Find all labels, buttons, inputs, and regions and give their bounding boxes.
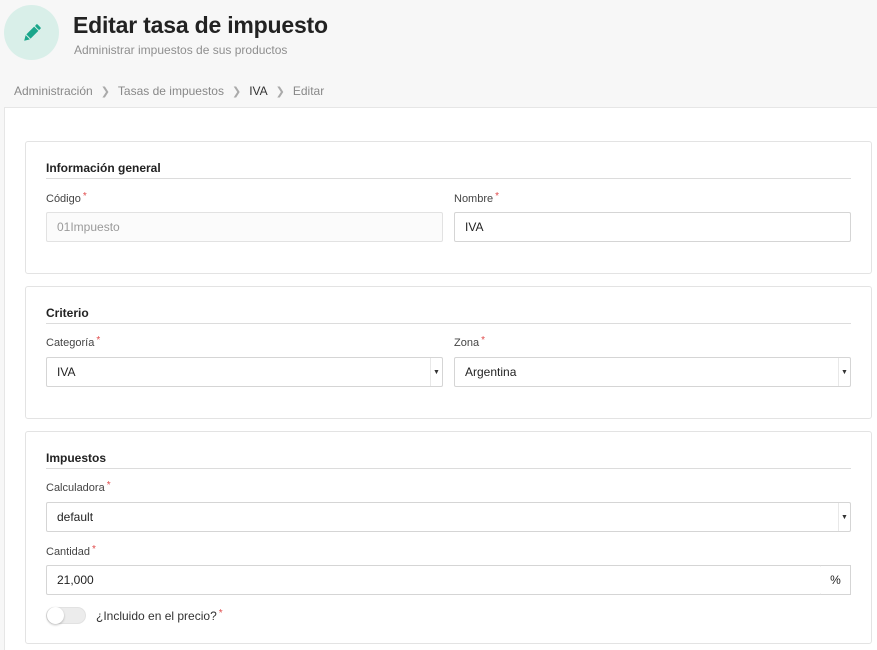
divider bbox=[46, 323, 851, 324]
breadcrumb: Administración ❯ Tasas de impuestos ❯ IV… bbox=[14, 84, 324, 98]
name-input[interactable]: IVA bbox=[454, 212, 851, 242]
general-info-card: Información general Código * 01Impuesto N… bbox=[25, 141, 872, 274]
main-content: Información general Código * 01Impuesto N… bbox=[4, 107, 877, 650]
amount-label-text: Cantidad bbox=[46, 546, 91, 558]
code-label-text: Código bbox=[46, 193, 81, 205]
divider bbox=[46, 178, 851, 179]
chevron-right-icon: ❯ bbox=[231, 85, 242, 98]
divider bbox=[46, 468, 851, 469]
pencil-icon bbox=[23, 23, 41, 41]
amount-value: 21,000 bbox=[57, 573, 94, 587]
percent-addon: % bbox=[821, 565, 851, 595]
chevron-right-icon: ❯ bbox=[100, 85, 110, 98]
general-info-title: Información general bbox=[46, 161, 161, 175]
zone-label: Zona * bbox=[454, 335, 485, 349]
taxes-title: Impuestos bbox=[46, 451, 107, 465]
page-title: Editar tasa de impuesto bbox=[73, 12, 328, 38]
name-label-text: Nombre bbox=[454, 193, 494, 205]
breadcrumb-item-tasas[interactable]: Tasas de impuestos bbox=[118, 84, 224, 98]
calculator-select[interactable]: default ▼ bbox=[46, 502, 851, 532]
breadcrumb-item-editar: Editar bbox=[292, 84, 325, 98]
code-field: 01Impuesto bbox=[46, 212, 443, 242]
included-label-text: ¿Incluido en el precio? bbox=[96, 609, 217, 623]
code-value: 01Impuesto bbox=[57, 220, 120, 234]
criteria-card: Criterio Categoría * IVA ▼ Zona * Argentin… bbox=[25, 286, 872, 419]
amount-label: Cantidad * bbox=[46, 544, 96, 558]
required-marker: * bbox=[92, 544, 96, 555]
caret-down-icon: ▼ bbox=[838, 503, 850, 531]
category-select[interactable]: IVA ▼ bbox=[46, 357, 443, 387]
name-value: IVA bbox=[465, 220, 484, 234]
required-marker: * bbox=[106, 480, 111, 491]
required-marker: * bbox=[96, 335, 101, 346]
taxes-card: Impuestos Calculadora * default ▼ Cantida… bbox=[25, 431, 872, 644]
amount-input[interactable]: 21,000 bbox=[46, 565, 822, 595]
zone-value: Argentina bbox=[465, 365, 517, 379]
category-value: IVA bbox=[57, 365, 76, 379]
code-label: Código * bbox=[46, 191, 87, 205]
chevron-right-icon: ❯ bbox=[275, 85, 285, 98]
name-label: Nombre * bbox=[454, 191, 500, 205]
required-marker: * bbox=[218, 608, 223, 619]
toggle-knob bbox=[47, 607, 64, 624]
zone-select[interactable]: Argentina ▼ bbox=[454, 357, 851, 387]
criteria-title: Criterio bbox=[46, 306, 89, 320]
page-header: Editar tasa de impuesto Administrar impu… bbox=[0, 0, 877, 75]
zone-label-text: Zona bbox=[454, 337, 480, 349]
percent-unit: % bbox=[830, 573, 841, 587]
calculator-label: Calculadora * bbox=[46, 480, 111, 494]
caret-down-icon: ▼ bbox=[430, 358, 442, 386]
header-icon-circle bbox=[4, 5, 59, 60]
required-marker: * bbox=[82, 191, 87, 202]
calculator-value: default bbox=[57, 510, 94, 524]
required-marker: * bbox=[481, 335, 485, 346]
included-in-price-toggle[interactable] bbox=[46, 607, 86, 624]
required-marker: * bbox=[495, 191, 500, 202]
category-label-text: Categoría bbox=[46, 337, 95, 349]
page-subtitle: Administrar impuestos de sus productos bbox=[74, 43, 288, 57]
breadcrumb-item-iva[interactable]: IVA bbox=[249, 84, 267, 98]
caret-down-icon: ▼ bbox=[838, 358, 850, 386]
category-label: Categoría * bbox=[46, 335, 101, 349]
calculator-label-text: Calculadora bbox=[46, 482, 105, 494]
included-in-price-label: ¿Incluido en el precio? * bbox=[96, 608, 223, 623]
breadcrumb-item-administracion[interactable]: Administración bbox=[14, 84, 93, 98]
